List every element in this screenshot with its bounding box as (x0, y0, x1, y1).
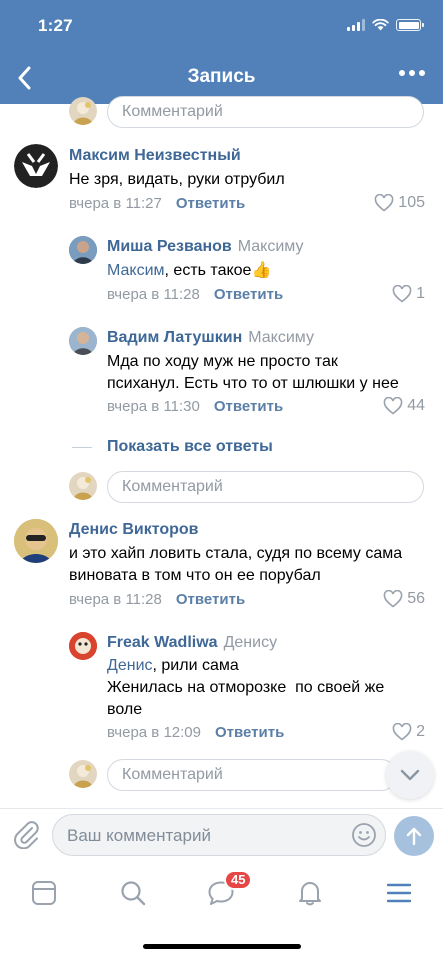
reply-to: Максиму (248, 329, 314, 346)
author-avatar[interactable] (69, 632, 97, 660)
scroll-down-button[interactable] (386, 751, 434, 799)
tab-messages[interactable]: 45 (206, 870, 253, 908)
comment-time: вчера в 11:28 (107, 286, 200, 303)
battery-icon (396, 19, 424, 31)
comment-text: виновата в том что он ее порубал (69, 567, 321, 584)
reply-comment-input[interactable]: Комментарий (107, 471, 424, 503)
comment-compose-input[interactable]: Ваш комментарий (52, 814, 386, 856)
comment-text: Женилась на отморозке по своей же (107, 679, 385, 696)
compose-bar: Ваш комментарий (0, 808, 443, 860)
comment-time: вчера в 11:28 (69, 591, 162, 608)
page-title: Запись (187, 66, 256, 87)
like-button[interactable]: 44 (383, 397, 425, 415)
status-time: 1:27 (38, 16, 73, 35)
comment-body: , рили сама (152, 657, 239, 674)
reply-button[interactable]: Ответить (176, 591, 245, 608)
comment-author[interactable]: Денис Викторов (69, 521, 199, 539)
send-button[interactable] (394, 816, 434, 856)
reply-to: Денису (223, 634, 278, 651)
tab-menu[interactable] (384, 878, 414, 908)
my-avatar (69, 760, 97, 788)
search-icon (121, 881, 146, 906)
header: 1:27 Запись (0, 0, 443, 104)
comment-author[interactable]: Вадим Латушкин Максиму (107, 329, 314, 347)
chevron-down-icon (400, 769, 420, 781)
attach-button[interactable] (12, 819, 40, 854)
wifi-icon (372, 19, 389, 31)
comment-time: вчера в 11:30 (107, 398, 200, 415)
unread-badge: 45 (224, 870, 253, 890)
author-name[interactable]: Вадим Латушкин (107, 329, 242, 346)
reply-button[interactable]: Ответить (176, 195, 245, 212)
author-avatar[interactable] (69, 327, 97, 355)
like-count: 56 (407, 590, 425, 607)
like-button[interactable]: 2 (392, 723, 425, 741)
comment-text: Максим, есть такое👍 (107, 260, 271, 282)
comment-time: вчера в 11:27 (69, 195, 162, 212)
like-count: 1 (416, 285, 425, 302)
reply-button[interactable]: Ответить (215, 724, 284, 741)
comment-text: психанул. Есть что то от шлюшки у нее (107, 375, 399, 392)
like-button[interactable]: 56 (383, 590, 425, 608)
heart-icon (383, 397, 403, 415)
smile-icon (352, 823, 376, 847)
author-avatar[interactable] (14, 519, 58, 563)
comment-author[interactable]: Максим Неизвестный (69, 147, 241, 165)
paperclip-icon (14, 821, 39, 850)
home-indicator (143, 944, 301, 949)
arrow-up-icon (406, 827, 422, 846)
comment-author[interactable]: Freak Wadliwa Денису (107, 634, 277, 652)
comment-meta: вчера в 11:28 Ответить (107, 286, 283, 303)
tab-search[interactable] (118, 878, 148, 908)
heart-icon (374, 194, 394, 212)
news-feed-icon (32, 881, 56, 905)
comment-text: и это хайп ловить стала, судя по всему с… (69, 545, 403, 562)
signal-icon (347, 19, 365, 31)
comment-meta: вчера в 12:09 Ответить (107, 724, 284, 741)
heart-icon (383, 590, 403, 608)
show-all-replies-link[interactable]: Показать все ответы (107, 438, 273, 456)
comment-meta: вчера в 11:27 Ответить (69, 195, 245, 212)
my-avatar (69, 97, 97, 125)
like-button[interactable]: 1 (392, 285, 425, 303)
emoji-button[interactable] (351, 822, 377, 853)
comment-meta: вчера в 11:28 Ответить (69, 591, 245, 608)
reply-button[interactable]: Ответить (214, 286, 283, 303)
mention-link[interactable]: Максим (107, 262, 165, 279)
reply-button[interactable]: Ответить (214, 398, 283, 415)
status-icons (347, 19, 424, 31)
comment-time: вчера в 12:09 (107, 724, 201, 741)
reply-to: Максиму (237, 238, 304, 255)
comment-text: Не зря, видать, руки отрубил (69, 171, 285, 188)
author-name[interactable]: Freak Wadliwa (107, 634, 218, 651)
tab-news[interactable] (29, 878, 59, 908)
thread-divider (72, 447, 92, 448)
reply-comment-input[interactable]: Комментарий (107, 96, 424, 128)
like-count: 44 (407, 397, 425, 414)
comment-text: Денис, рили сама (107, 655, 239, 677)
more-options-button[interactable] (399, 70, 425, 76)
menu-icon (386, 883, 412, 903)
like-count: 2 (416, 723, 425, 740)
author-avatar[interactable] (14, 144, 58, 188)
dot (409, 70, 415, 76)
like-button[interactable]: 105 (374, 194, 425, 212)
comment-body: , есть такое👍 (164, 262, 272, 279)
comment-author[interactable]: Миша Резванов Максиму (107, 238, 303, 256)
tab-notifications[interactable] (295, 878, 325, 908)
comment-text: воле (107, 701, 143, 718)
heart-icon (392, 723, 412, 741)
mention-link[interactable]: Денис (107, 657, 153, 674)
author-avatar[interactable] (69, 236, 97, 264)
author-name[interactable]: Миша Резванов (107, 238, 232, 255)
like-count: 105 (398, 194, 425, 211)
notifications-bell-icon (299, 882, 321, 906)
my-avatar (69, 472, 97, 500)
dot (419, 70, 425, 76)
reply-comment-input[interactable]: Комментарий (107, 759, 397, 791)
heart-icon (392, 285, 412, 303)
dot (399, 70, 405, 76)
comment-text: Мда по ходу муж не просто так (107, 353, 338, 370)
comment-meta: вчера в 11:30 Ответить (107, 398, 283, 415)
